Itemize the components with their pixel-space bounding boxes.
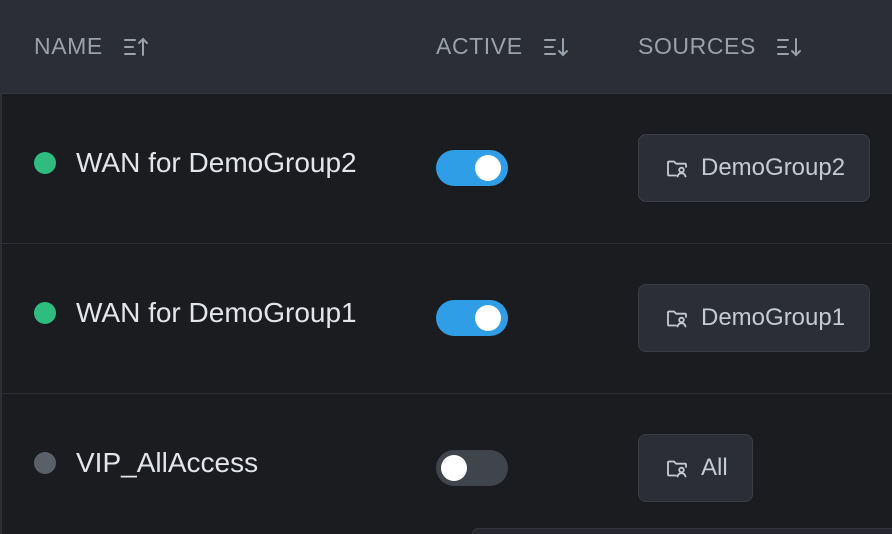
- folder-user-icon: [665, 306, 689, 330]
- status-dot: [34, 152, 56, 174]
- sort-ascending-icon[interactable]: [123, 35, 149, 59]
- toggle-knob: [441, 455, 467, 481]
- source-chip[interactable]: DemoGroup1: [638, 284, 871, 352]
- active-toggle[interactable]: [436, 150, 508, 186]
- table-row[interactable]: WAN for DemoGroup2 DemoGroup2: [2, 94, 892, 244]
- column-header-label: NAME: [34, 33, 103, 59]
- rules-table: NAME ACTIVE SOURCES WAN for DemoGroup2 D…: [0, 0, 892, 534]
- toggle-knob: [475, 305, 501, 331]
- source-label: All: [701, 454, 728, 481]
- rule-name[interactable]: WAN for DemoGroup1: [76, 296, 357, 330]
- toggle-knob: [475, 155, 501, 181]
- sort-descending-icon[interactable]: [776, 35, 802, 59]
- active-toggle[interactable]: [436, 450, 508, 486]
- folder-user-icon: [665, 156, 689, 180]
- column-header-label: SOURCES: [638, 33, 756, 59]
- source-label: DemoGroup2: [701, 154, 846, 181]
- column-header-name[interactable]: NAME: [34, 0, 149, 93]
- source-chip[interactable]: DemoGroup2: [638, 134, 871, 202]
- column-header-sources[interactable]: SOURCES: [638, 0, 802, 93]
- active-toggle[interactable]: [436, 300, 508, 336]
- rule-name[interactable]: VIP_AllAccess: [76, 446, 258, 480]
- status-dot: [34, 452, 56, 474]
- folder-user-icon: [665, 456, 689, 480]
- panel-edge: [472, 528, 892, 534]
- source-label: DemoGroup1: [701, 304, 846, 331]
- table-row[interactable]: VIP_AllAccess All: [2, 394, 892, 534]
- sort-descending-icon[interactable]: [543, 35, 569, 59]
- column-header-label: ACTIVE: [436, 33, 523, 59]
- status-dot: [34, 302, 56, 324]
- table-row[interactable]: WAN for DemoGroup1 DemoGroup1: [2, 244, 892, 394]
- source-chip[interactable]: All: [638, 434, 753, 502]
- table-header: NAME ACTIVE SOURCES: [2, 0, 892, 94]
- column-header-active[interactable]: ACTIVE: [436, 0, 569, 93]
- rule-name[interactable]: WAN for DemoGroup2: [76, 146, 357, 180]
